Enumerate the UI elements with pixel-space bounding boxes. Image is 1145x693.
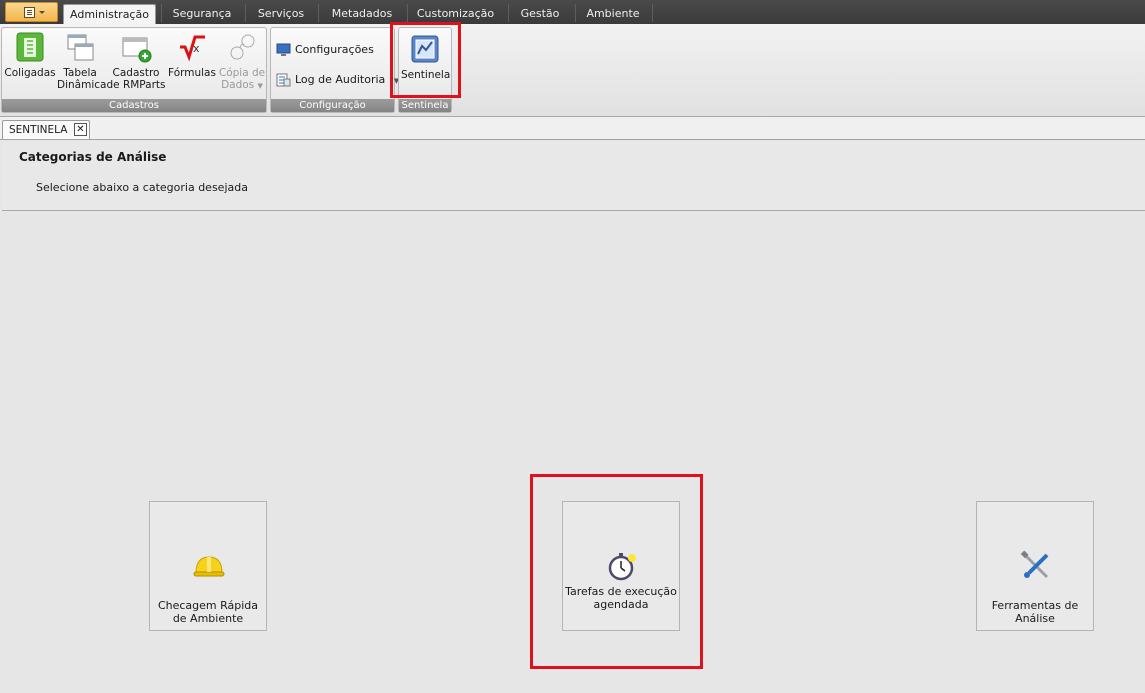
audit-log-icon [276, 73, 291, 87]
tab-metadados[interactable]: Metadados [320, 4, 404, 24]
log-auditoria-button[interactable]: Log de Auditoria ▼ [276, 72, 399, 90]
tab-ambiente[interactable]: Ambiente [578, 4, 648, 24]
tab-separator [161, 4, 162, 22]
app-menu-icon [24, 7, 35, 18]
document-tab-label: SENTINELA [9, 124, 68, 136]
coligadas-label: Coligadas [4, 67, 56, 79]
highlight-box-tarefas [530, 474, 703, 669]
tab-customizacao[interactable]: Customização [410, 4, 501, 24]
ribbon-group-cadastros: Coligadas Tabela Dinâmica Cadastro de RM… [1, 27, 267, 113]
formulas-label: Fórmulas [168, 67, 216, 79]
tab-administracao[interactable]: Administração [63, 4, 156, 24]
tabela-dinamica-label: Tabela Dinâmica [57, 67, 107, 91]
document-tab-sentinela[interactable]: SENTINELA ✕ [2, 120, 90, 139]
tab-separator [508, 4, 509, 22]
log-auditoria-label: Log de Auditoria [295, 73, 386, 86]
group-label-configuracao: Configuração [271, 99, 394, 112]
ribbon-group-configuracao: Configurações Log de Auditoria ▼ Configu… [270, 27, 399, 113]
group-label-sentinela: Sentinela [399, 99, 451, 112]
tools-icon [1019, 549, 1053, 583]
group-label-cadastros: Cadastros [2, 99, 266, 112]
copia-dados-button[interactable]: Cópia de Dados ▼ [218, 30, 266, 92]
tab-gestao[interactable]: Gestão [510, 4, 570, 24]
category-label: Ferramentas de Análise [991, 599, 1079, 625]
svg-text:x: x [193, 42, 200, 55]
page-subtitle: Selecione abaixo a categoria desejada [36, 181, 248, 194]
tab-seguranca[interactable]: Segurança [163, 4, 241, 24]
page-title: Categorias de Análise [19, 150, 167, 164]
chevron-down-icon: ▼ [257, 82, 263, 90]
configuracoes-label: Configurações [295, 43, 374, 56]
copy-data-icon [226, 30, 258, 64]
tab-separator [245, 4, 246, 22]
formulas-button[interactable]: x Fórmulas [168, 30, 216, 79]
category-ferramentas-analise[interactable]: Ferramentas de Análise [976, 501, 1094, 631]
tab-servicos[interactable]: Serviços [247, 4, 315, 24]
application-menu-button[interactable] [5, 2, 58, 22]
highlight-box-sentinela [390, 22, 461, 98]
cadastro-rmparts-button[interactable]: Cadastro de RMParts [106, 30, 166, 91]
table-windows-icon [64, 30, 96, 64]
monitor-icon [276, 43, 291, 57]
tab-separator [407, 4, 408, 22]
tab-separator [318, 4, 319, 22]
document-tab-strip: SENTINELA ✕ [0, 117, 1145, 140]
formula-icon: x [176, 30, 208, 64]
cadastro-rmparts-label: Cadastro de RMParts [106, 67, 166, 91]
hard-hat-icon [192, 549, 226, 583]
close-icon[interactable]: ✕ [74, 123, 87, 136]
building-icon [14, 30, 46, 64]
tab-separator [652, 4, 653, 22]
coligadas-button[interactable]: Coligadas [4, 30, 56, 79]
window-add-icon [120, 30, 152, 64]
menu-tab-bar: Administração Segurança Serviços Metadad… [0, 0, 1145, 24]
category-label: Checagem Rápida de Ambiente [157, 599, 259, 625]
tab-separator [575, 4, 576, 22]
configuracoes-button[interactable]: Configurações [276, 42, 374, 60]
content-header: Categorias de Análise Selecione abaixo a… [2, 141, 1145, 211]
ribbon: Coligadas Tabela Dinâmica Cadastro de RM… [0, 22, 1145, 117]
category-checagem-rapida[interactable]: Checagem Rápida de Ambiente [149, 501, 267, 631]
tabela-dinamica-button[interactable]: Tabela Dinâmica [57, 30, 107, 91]
chevron-down-icon [39, 11, 45, 14]
